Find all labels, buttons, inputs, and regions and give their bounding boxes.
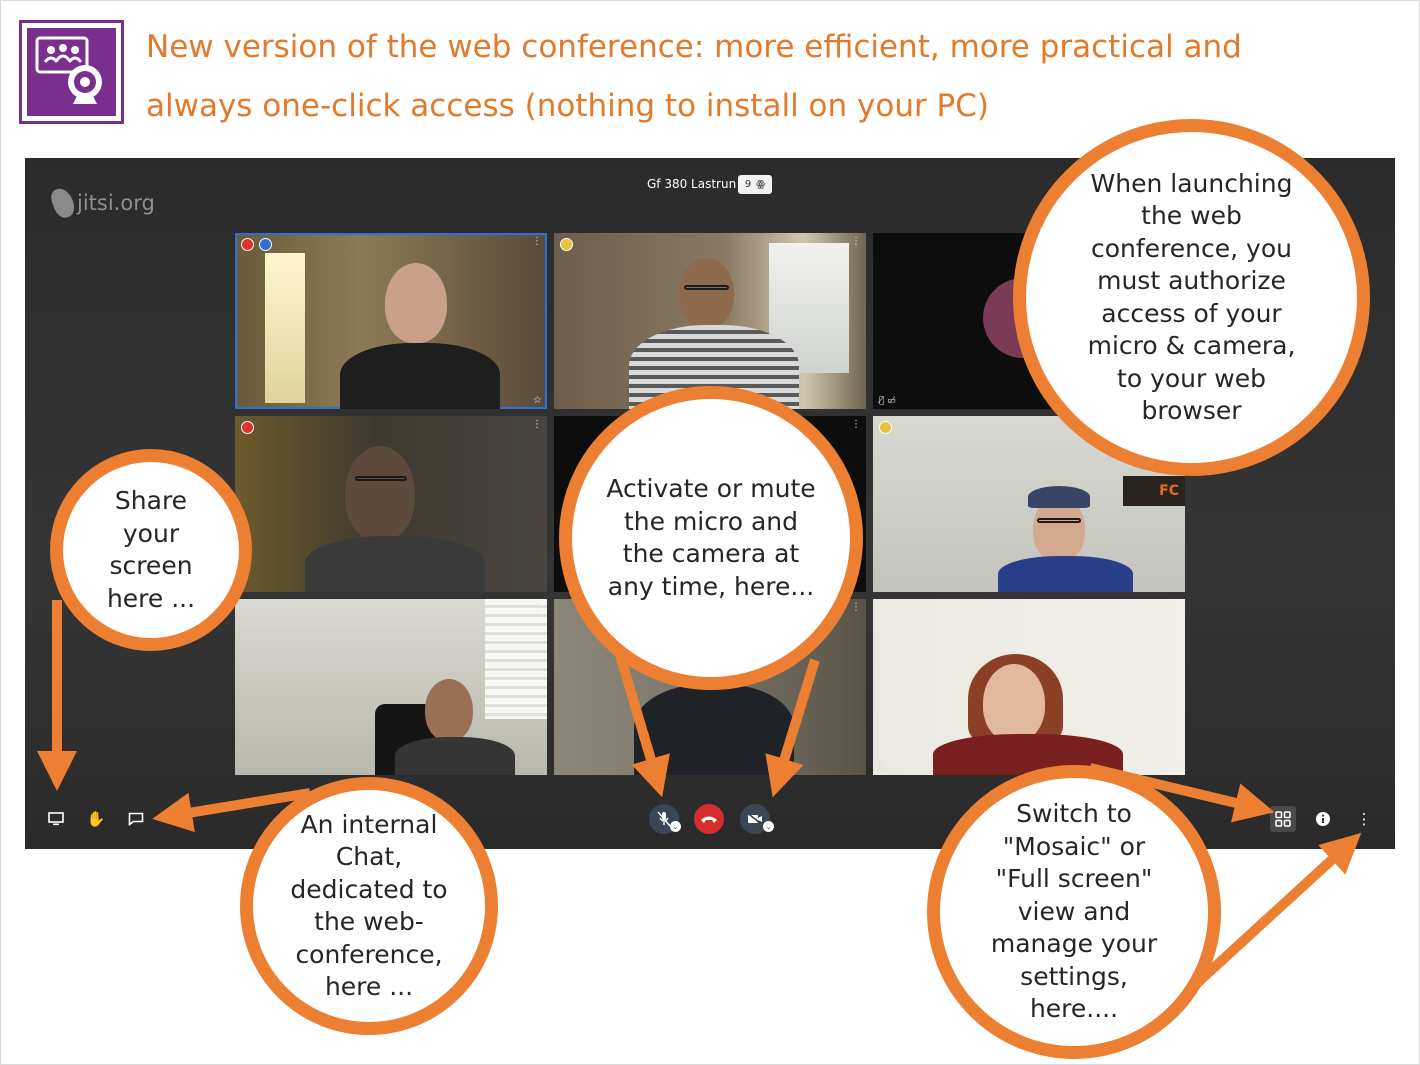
- room-name: Gf 380 Lastrun: [647, 177, 737, 191]
- moderator-indicator: [259, 238, 272, 251]
- hangup-icon[interactable]: [694, 804, 724, 834]
- connection-indicator[interactable]: [560, 238, 573, 251]
- tile-menu-icon[interactable]: ⋮: [851, 420, 861, 430]
- headline-line-1: New version of the web conference: more …: [146, 29, 1242, 65]
- video-tile[interactable]: 🎙̸ ☆: [873, 599, 1185, 775]
- connection-indicator[interactable]: [241, 238, 254, 251]
- microphone-options-chevron-icon[interactable]: ⌄: [670, 821, 681, 832]
- camera-options-chevron-icon[interactable]: ⌄: [763, 821, 774, 832]
- callout-chat-text: An internal Chat, dedicated to the web-c…: [290, 809, 448, 1002]
- info-icon[interactable]: [1311, 807, 1335, 831]
- video-tile[interactable]: ⋮: [235, 416, 547, 592]
- webcam-meeting-icon: [19, 20, 124, 124]
- muted-status-icon: 🎙̸: [879, 762, 885, 772]
- jitsi-leaf-icon: [48, 185, 78, 221]
- video-tile[interactable]: ⋮: [554, 233, 866, 409]
- callout-share-screen: Share your screen here ...: [50, 449, 252, 651]
- tile-view-icon[interactable]: [1270, 806, 1296, 832]
- chat-icon[interactable]: [124, 807, 148, 831]
- muted-status-icon: 🎙̸ ▭̸: [879, 396, 896, 406]
- tile-menu-icon[interactable]: ⋮: [532, 237, 542, 247]
- screen-share-icon[interactable]: [44, 807, 68, 831]
- callout-authorize-text: When launching the web conference, you m…: [1087, 168, 1296, 426]
- participant-count-badge[interactable]: 9 ꙮ: [738, 175, 772, 194]
- participants-icon: ꙮ: [756, 179, 766, 190]
- callout-view-settings: Switch to "Mosaic" or "Full screen" view…: [927, 765, 1221, 1059]
- connection-indicator[interactable]: [879, 421, 892, 434]
- raise-hand-icon[interactable]: ✋: [84, 807, 108, 831]
- tile-menu-icon[interactable]: ⋮: [532, 603, 542, 613]
- more-options-icon[interactable]: ⋮: [1352, 807, 1376, 831]
- star-icon: ☆: [533, 395, 542, 406]
- callout-view-text: Switch to "Mosaic" or "Full screen" view…: [990, 799, 1158, 1024]
- callout-mic-camera: Activate or mute the micro and the camer…: [559, 386, 863, 690]
- callout-chat: An internal Chat, dedicated to the web-c…: [240, 777, 498, 1035]
- jitsi-logo: jitsi.org: [48, 185, 155, 221]
- callout-mic-camera-text: Activate or mute the micro and the camer…: [606, 474, 816, 601]
- participant-count: 9: [744, 179, 752, 190]
- star-icon: ☆: [1171, 761, 1180, 772]
- connection-indicator[interactable]: [241, 421, 254, 434]
- tile-menu-icon[interactable]: ⋮: [851, 237, 861, 247]
- callout-authorize-access: When launching the web conference, you m…: [1013, 119, 1370, 476]
- video-tile[interactable]: ⋮: [235, 599, 547, 775]
- tile-menu-icon[interactable]: ⋮: [532, 420, 542, 430]
- callout-share-text: Share your screen here ...: [106, 486, 196, 613]
- video-tile[interactable]: ⋮ ☆: [235, 233, 547, 409]
- tile-menu-icon[interactable]: ⋮: [851, 603, 861, 613]
- jitsi-brand-text: jitsi.org: [77, 191, 155, 215]
